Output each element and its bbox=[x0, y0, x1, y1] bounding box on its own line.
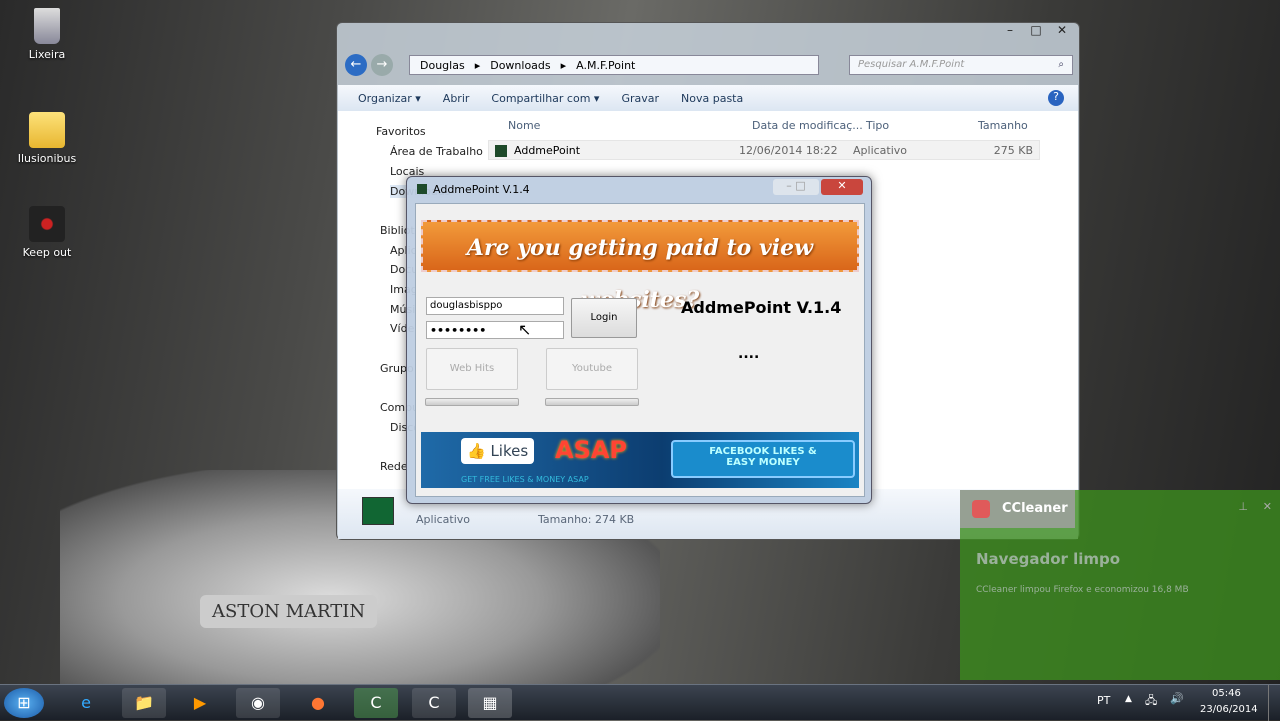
language-indicator[interactable]: PT bbox=[1097, 694, 1110, 707]
show-hidden-icons[interactable]: ▲ bbox=[1125, 694, 1132, 704]
details-type: Aplicativo bbox=[416, 513, 471, 526]
share-button[interactable]: Compartilhar com ▾ bbox=[491, 92, 599, 105]
notification-close-icon[interactable]: ✕ bbox=[1263, 500, 1272, 513]
new-folder-button[interactable]: Nova pasta bbox=[681, 92, 743, 105]
nav-favoritos[interactable]: Favoritos bbox=[376, 125, 426, 138]
app-thumbnail-icon bbox=[362, 497, 394, 525]
column-size[interactable]: Tamanho bbox=[978, 119, 1028, 132]
media-player-icon[interactable]: ▶ bbox=[178, 688, 222, 718]
close-button[interactable]: ✕ bbox=[1051, 23, 1073, 41]
address-bar[interactable]: Douglas ▸ Downloads ▸ A.M.F.Point bbox=[409, 55, 819, 75]
breadcrumb-amfpoint[interactable]: A.M.F.Point bbox=[576, 59, 635, 72]
ccleaner-icon bbox=[972, 500, 990, 518]
file-size: 275 KB bbox=[993, 144, 1033, 157]
clock-date[interactable]: 23/06/2014 bbox=[1200, 704, 1258, 715]
desktop-icon-ilusionibus[interactable]: Ilusionibus bbox=[12, 112, 82, 165]
ad-tagline: GET FREE LIKES & MONEY ASAP bbox=[461, 475, 589, 484]
ccleaner-notification[interactable]: CCleaner ✕ ⊥ Navegador limpo CCleaner li… bbox=[960, 490, 1280, 680]
firefox-icon[interactable]: ● bbox=[296, 688, 340, 718]
command-bar: Organizar ▾ Abrir Compartilhar com ▾ Gra… bbox=[338, 85, 1078, 111]
nav-rede[interactable]: Rede bbox=[380, 460, 408, 473]
icon-label: Ilusionibus bbox=[17, 152, 77, 165]
banner-ad[interactable]: Are you getting paid to view websites? bbox=[421, 220, 859, 313]
column-type[interactable]: Tipo bbox=[866, 119, 889, 132]
youtube-progress bbox=[545, 398, 639, 406]
details-size: Tamanho: 274 KB bbox=[538, 513, 635, 526]
icon-label: Keep out bbox=[22, 246, 72, 259]
camtasia-recorder-icon[interactable]: C bbox=[412, 688, 456, 718]
chrome-icon[interactable]: ◉ bbox=[236, 688, 280, 718]
forward-button[interactable]: → bbox=[371, 54, 393, 76]
notification-title: Navegador limpo bbox=[976, 550, 1121, 568]
web-hits-progress bbox=[425, 398, 519, 406]
column-date[interactable]: Data de modificaç... bbox=[752, 119, 863, 132]
chevron-icon: ▸ bbox=[474, 58, 481, 72]
asap-text: ASAP bbox=[555, 436, 628, 464]
status-label: .... bbox=[738, 346, 760, 362]
likes-badge: 👍 Likes bbox=[461, 438, 535, 464]
file-explorer-icon[interactable]: 📁 bbox=[122, 688, 166, 718]
burn-button[interactable]: Gravar bbox=[621, 92, 659, 105]
car-badge: ASTON MARTIN bbox=[200, 595, 378, 628]
dialog-close-button[interactable]: ✕ bbox=[821, 179, 863, 195]
file-name: AddmePoint bbox=[514, 144, 581, 157]
chevron-icon: ▸ bbox=[560, 58, 567, 72]
file-date: 12/06/2014 18:22 bbox=[739, 144, 838, 157]
desktop-icon-keep-out[interactable]: Keep out bbox=[12, 206, 82, 259]
show-desktop-button[interactable] bbox=[1268, 685, 1280, 721]
keep-out-icon bbox=[29, 206, 65, 242]
ad-right-text: FACEBOOK LIKES & EASY MONEY bbox=[671, 440, 855, 478]
dialog-title: AddmePoint V.1.4 bbox=[433, 183, 530, 196]
mouse-cursor-icon: ↖ bbox=[518, 320, 532, 339]
app-name-label: AddmePoint V.1.4 bbox=[681, 298, 842, 317]
notification-app: CCleaner bbox=[1002, 501, 1068, 516]
maximize-button[interactable]: □ bbox=[1025, 23, 1047, 41]
app-icon bbox=[495, 145, 507, 157]
search-input[interactable]: Pesquisar A.M.F.Point ⌕ bbox=[849, 55, 1073, 75]
start-button[interactable]: ⊞ bbox=[4, 688, 44, 718]
addmepoint-dialog: AddmePoint V.1.4 ✕ – □ Are you getting p… bbox=[406, 176, 872, 504]
volume-icon[interactable]: 🔊 bbox=[1170, 692, 1184, 705]
app-icon bbox=[417, 184, 427, 194]
open-button[interactable]: Abrir bbox=[443, 92, 470, 105]
likes-text: Likes bbox=[490, 442, 529, 460]
clock-time[interactable]: 05:46 bbox=[1212, 688, 1241, 699]
back-button[interactable]: ← bbox=[345, 54, 367, 76]
file-type: Aplicativo bbox=[853, 144, 908, 157]
organize-button[interactable]: Organizar ▾ bbox=[358, 92, 421, 105]
addmepoint-taskbar-icon[interactable]: ▦ bbox=[468, 688, 512, 718]
network-icon[interactable]: 🖧 bbox=[1145, 692, 1157, 711]
search-icon: ⌕ bbox=[1058, 59, 1064, 70]
password-input[interactable]: •••••••• bbox=[426, 321, 564, 339]
recycle-bin-icon bbox=[34, 8, 60, 44]
dialog-min-max-buttons[interactable]: – □ bbox=[773, 179, 819, 195]
folder-icon bbox=[29, 112, 65, 148]
web-hits-button[interactable]: Web Hits bbox=[426, 348, 518, 390]
search-placeholder: Pesquisar A.M.F.Point bbox=[858, 59, 965, 70]
username-input[interactable]: douglasbisppo bbox=[426, 297, 564, 315]
column-name[interactable]: Nome bbox=[508, 119, 540, 132]
taskbar: ⊞ e 📁 ▶ ◉ ● C C ▦ PT ▲ 🖧 🔊 05:46 23/06/2… bbox=[0, 684, 1280, 721]
breadcrumb-downloads[interactable]: Downloads bbox=[490, 59, 550, 72]
youtube-button[interactable]: Youtube bbox=[546, 348, 638, 390]
pin-icon[interactable]: ⊥ bbox=[1238, 500, 1248, 513]
breadcrumb-douglas[interactable]: Douglas bbox=[420, 59, 465, 72]
help-icon[interactable]: ? bbox=[1048, 90, 1064, 106]
file-row[interactable]: AddmePoint 12/06/2014 18:22 Aplicativo 2… bbox=[488, 140, 1040, 160]
login-button[interactable]: Login bbox=[571, 298, 637, 338]
icon-label: Lixeira bbox=[28, 48, 66, 61]
minimize-button[interactable]: – bbox=[999, 23, 1021, 41]
desktop-icon-recycle-bin[interactable]: Lixeira bbox=[12, 8, 82, 61]
notification-message: CCleaner limpou Firefox e economizou 16,… bbox=[976, 585, 1189, 595]
likes-asap-ad[interactable]: 👍 Likes ASAP GET FREE LIKES & MONEY ASAP… bbox=[421, 432, 859, 488]
nav-area-de-trabalho[interactable]: Área de Trabalho bbox=[390, 145, 483, 158]
internet-explorer-icon[interactable]: e bbox=[64, 688, 108, 718]
camtasia-icon[interactable]: C bbox=[354, 688, 398, 718]
